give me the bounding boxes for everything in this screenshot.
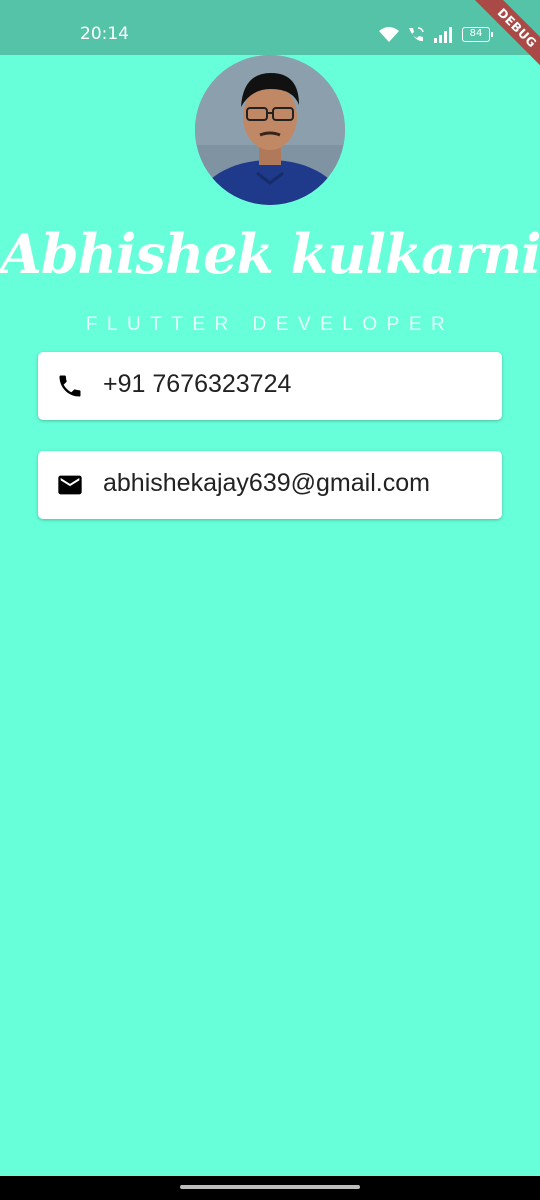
email-card[interactable]: abhishekajay639@gmail.com: [38, 451, 502, 519]
phone-icon: [59, 375, 81, 397]
navigation-bar: [0, 1176, 540, 1200]
phone-number: +91 7676323724: [103, 370, 292, 398]
profile-title: FLUTTER DEVELOPER: [85, 314, 455, 335]
signal-icon: [434, 27, 452, 43]
status-bar: 20:14 84: [0, 0, 540, 55]
profile-name: Abhishek kulkarni: [0, 222, 540, 286]
home-gesture-handle[interactable]: [180, 1185, 360, 1189]
status-icons: 84: [378, 26, 498, 46]
battery-icon: 84: [462, 27, 493, 42]
wifi-icon: [379, 27, 399, 42]
wifi-call-icon: [409, 27, 424, 42]
mail-icon: [58, 475, 82, 495]
avatar-photo: [195, 55, 345, 205]
status-time: 20:14: [80, 24, 129, 44]
phone-card[interactable]: +91 7676323724: [38, 352, 502, 420]
avatar: [195, 55, 345, 205]
battery-level: 84: [469, 28, 483, 39]
email-address: abhishekajay639@gmail.com: [103, 469, 430, 497]
